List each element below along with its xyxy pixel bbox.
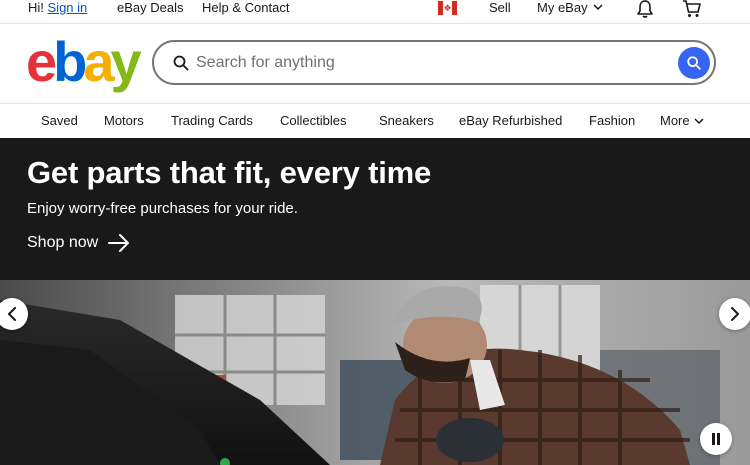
nav-item-sneakers[interactable]: Sneakers <box>379 113 434 128</box>
mechanic-photo <box>0 280 750 465</box>
search-input[interactable] <box>196 50 666 76</box>
ebay-logo[interactable]: ebay <box>26 30 142 93</box>
top-divider <box>0 23 750 24</box>
promo-banner: Get parts that fit, every time Enjoy wor… <box>0 138 750 280</box>
search-icon <box>173 55 189 71</box>
shop-now-label: Shop now <box>27 234 99 251</box>
search-button[interactable] <box>678 47 710 79</box>
nav-item-saved[interactable]: Saved <box>41 113 78 128</box>
sign-in-link[interactable]: Sign in <box>48 0 88 15</box>
canada-flag-icon[interactable]: ❖ <box>438 1 457 15</box>
bell-icon[interactable] <box>635 0 655 19</box>
help-contact-link[interactable]: Help & Contact <box>202 0 289 15</box>
nav-item-motors[interactable]: Motors <box>104 113 144 128</box>
shop-now-button[interactable]: Shop now <box>27 234 130 252</box>
chevron-left-icon <box>8 307 16 321</box>
chevron-down-icon <box>694 118 704 125</box>
greeting-label: Hi! <box>28 0 44 15</box>
sell-link[interactable]: Sell <box>489 0 511 15</box>
hero-image <box>0 280 750 465</box>
search-bar <box>152 40 716 85</box>
greeting-text: Hi! Sign in <box>28 0 87 15</box>
chevron-down-icon <box>593 4 603 11</box>
my-ebay-label: My eBay <box>537 0 588 15</box>
logo-letter-b: b <box>53 30 87 93</box>
my-ebay-menu[interactable]: My eBay <box>537 0 603 15</box>
cart-icon[interactable] <box>682 0 702 19</box>
banner-subtitle: Enjoy worry-free purchases for your ride… <box>27 200 298 217</box>
search-icon <box>687 56 701 70</box>
carousel-pause-button[interactable] <box>700 423 732 455</box>
nav-item-trading-cards[interactable]: Trading Cards <box>171 113 253 128</box>
nav-item-fashion[interactable]: Fashion <box>589 113 635 128</box>
top-utility-bar: Hi! Sign in eBay Deals Help & Contact ❖ … <box>0 0 750 22</box>
nav-item-ebay-refurbished[interactable]: eBay Refurbished <box>459 113 562 128</box>
nav-item-collectibles[interactable]: Collectibles <box>280 113 346 128</box>
category-nav: Saved Motors Trading Cards Collectibles … <box>0 104 750 138</box>
nav-more-label: More <box>660 113 690 128</box>
pause-icon <box>712 433 720 445</box>
deals-link[interactable]: eBay Deals <box>117 0 183 15</box>
arrow-right-icon <box>108 234 130 252</box>
banner-title: Get parts that fit, every time <box>27 155 432 190</box>
logo-letter-a: a <box>83 30 114 93</box>
nav-item-more[interactable]: More <box>660 113 704 128</box>
logo-letter-y: y <box>110 30 142 93</box>
carousel-next-button[interactable] <box>719 298 750 330</box>
logo-letter-e: e <box>26 30 57 93</box>
chevron-right-icon <box>731 307 739 321</box>
